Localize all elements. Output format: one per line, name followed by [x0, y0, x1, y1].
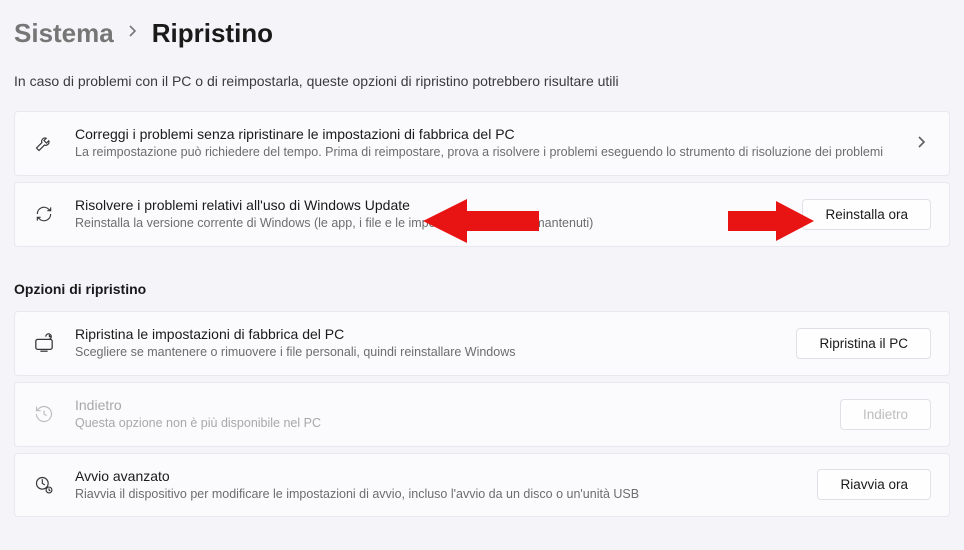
advanced-startup-icon	[33, 474, 55, 496]
card-title: Ripristina le impostazioni di fabbrica d…	[75, 326, 776, 342]
card-text: Avvio avanzato Riavvia il dispositivo pe…	[75, 468, 797, 503]
card-desc: La reimpostazione può richiedere del tem…	[75, 144, 893, 161]
sync-icon	[33, 203, 55, 225]
card-windows-update-fix: Risolvere i problemi relativi all'uso di…	[14, 182, 950, 247]
restart-now-button[interactable]: Riavvia ora	[817, 469, 931, 500]
card-reset-pc: Ripristina le impostazioni di fabbrica d…	[14, 311, 950, 376]
card-title: Avvio avanzato	[75, 468, 797, 484]
history-icon	[33, 403, 55, 425]
breadcrumb-current: Ripristino	[152, 18, 273, 49]
breadcrumb: Sistema Ripristino	[0, 0, 964, 59]
chevron-right-icon[interactable]	[913, 135, 931, 152]
breadcrumb-parent[interactable]: Sistema	[14, 18, 114, 49]
card-go-back: Indietro Questa opzione non è più dispon…	[14, 382, 950, 447]
chevron-right-icon	[128, 24, 138, 43]
card-text: Risolvere i problemi relativi all'uso di…	[75, 197, 782, 232]
card-title: Risolvere i problemi relativi all'uso di…	[75, 197, 782, 213]
card-advanced-startup: Avvio avanzato Riavvia il dispositivo pe…	[14, 453, 950, 518]
reset-pc-button[interactable]: Ripristina il PC	[796, 328, 931, 359]
card-desc: Riavvia il dispositivo per modificare le…	[75, 486, 797, 503]
card-text: Indietro Questa opzione non è più dispon…	[75, 397, 820, 432]
reset-pc-icon	[33, 332, 55, 354]
card-desc: Reinstalla la versione corrente di Windo…	[75, 215, 782, 232]
card-title: Indietro	[75, 397, 820, 413]
reinstall-now-button[interactable]: Reinstalla ora	[802, 199, 931, 230]
card-text: Ripristina le impostazioni di fabbrica d…	[75, 326, 776, 361]
card-desc: Questa opzione non è più disponibile nel…	[75, 415, 820, 432]
card-text: Correggi i problemi senza ripristinare l…	[75, 126, 893, 161]
wrench-icon	[33, 132, 55, 154]
page-subtitle: In caso di problemi con il PC o di reimp…	[0, 59, 964, 111]
go-back-button: Indietro	[840, 399, 931, 430]
section-header-recovery-options: Opzioni di ripristino	[0, 253, 964, 311]
card-troubleshoot[interactable]: Correggi i problemi senza ripristinare l…	[14, 111, 950, 176]
card-desc: Scegliere se mantenere o rimuovere i fil…	[75, 344, 776, 361]
card-title: Correggi i problemi senza ripristinare l…	[75, 126, 893, 142]
